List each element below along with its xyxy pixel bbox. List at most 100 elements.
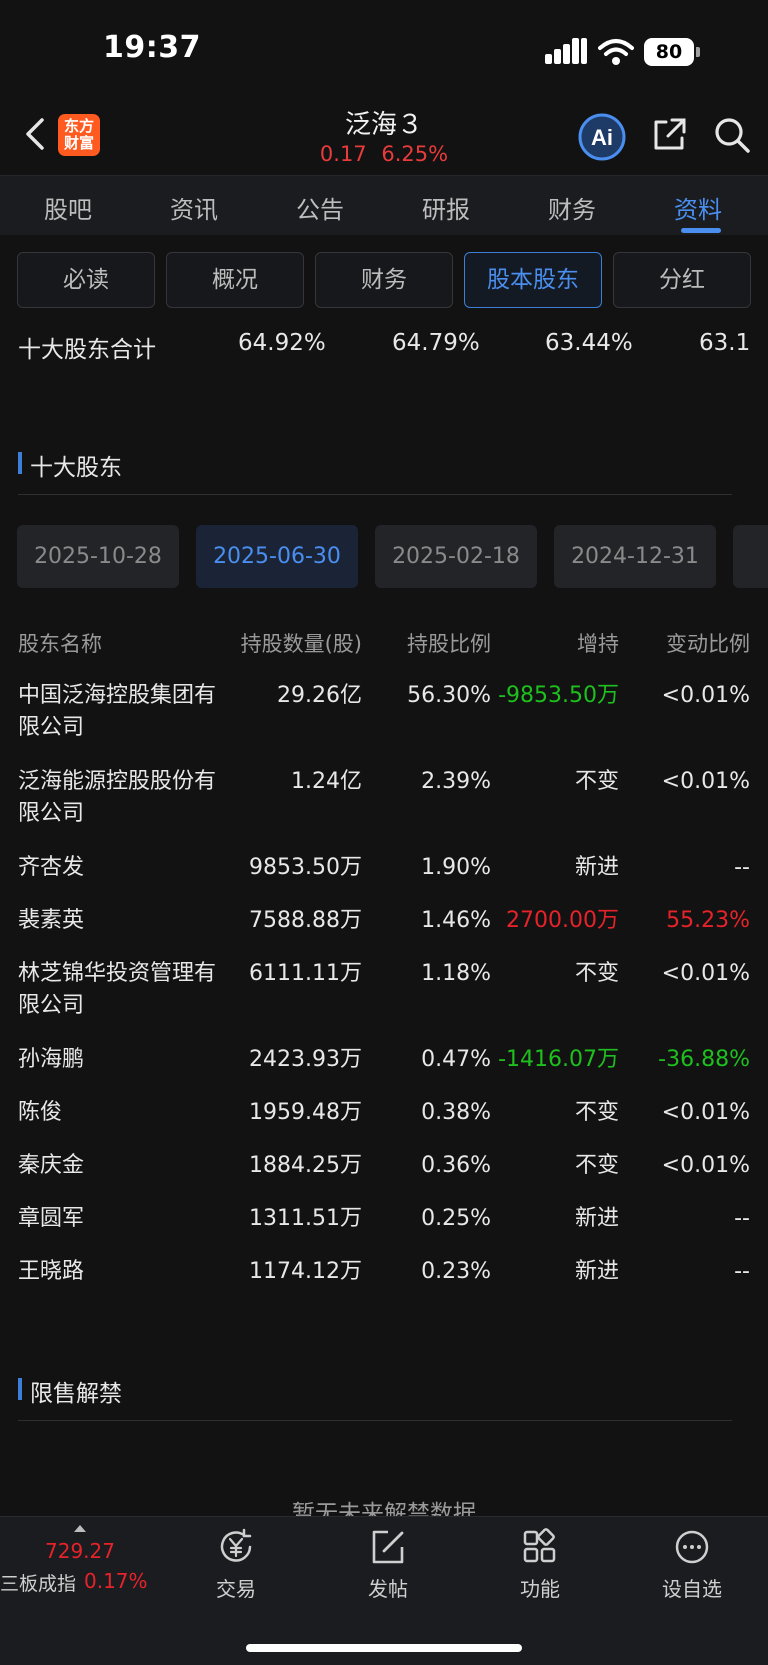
share-count: 2423.93万	[249, 1047, 362, 1072]
share-count: 6111.11万	[249, 961, 362, 986]
tab-news[interactable]: 资讯	[149, 190, 239, 225]
bottom-bar: 729.27 三板成指 0.17% 交易 发帖 功能 设自选	[0, 1516, 768, 1665]
share-count: 1.24亿	[291, 769, 362, 794]
grid-icon	[523, 1528, 556, 1563]
shareholder-name: 齐杏发	[18, 855, 85, 880]
shareholder-name: 中国泛海控股集团有限公司	[18, 683, 217, 740]
shareholder-name: 裴素英	[18, 908, 85, 933]
table-row[interactable]: 林芝锦华投资管理有限公司 6111.11万 1.18% 不变 <0.01%	[0, 958, 768, 1038]
subtab-finance[interactable]: 财务	[315, 252, 453, 308]
date-chip[interactable]: 2024-12-31	[554, 525, 716, 588]
change-ratio: 55.23%	[666, 908, 750, 933]
nav-post[interactable]: 发帖	[338, 1527, 438, 1602]
yen-cycle-icon	[220, 1528, 252, 1562]
ai-assistant-icon[interactable]: Ai	[577, 112, 627, 162]
shareholder-name: 秦庆金	[18, 1153, 85, 1178]
table-header: 股东名称 持股数量(股) 持股比例 增持 变动比例	[0, 628, 768, 664]
tab-finance[interactable]: 财务	[527, 190, 617, 225]
share-ratio: 1.90%	[421, 855, 491, 880]
cellular-signal-icon	[545, 38, 587, 64]
table-row[interactable]: 孙海鹏 2423.93万 0.47% -1416.07万 -36.88%	[0, 1044, 768, 1094]
date-chip[interactable]: 2025-10-28	[17, 525, 179, 588]
shareholder-name: 林芝锦华投资管理有限公司	[18, 961, 217, 1018]
main-tabs: 股吧 资讯 公告 研报 财务 资料	[0, 175, 768, 235]
divider	[18, 494, 732, 495]
share-ratio: 2.39%	[421, 769, 491, 794]
summary-value: 63.1	[699, 330, 751, 356]
nav-functions[interactable]: 功能	[490, 1527, 590, 1602]
change-ratio: <0.01%	[661, 1100, 750, 1125]
search-icon[interactable]	[713, 116, 751, 154]
change-ratio: --	[734, 1206, 750, 1231]
change-ratio: -36.88%	[658, 1047, 750, 1072]
divider	[18, 1420, 732, 1421]
share-count: 29.26亿	[277, 683, 362, 708]
holding-change: 不变	[574, 769, 619, 794]
summary-value: 63.44%	[545, 330, 633, 356]
battery-level: 80	[644, 38, 694, 66]
share-count: 1959.48万	[249, 1100, 362, 1125]
change-ratio: --	[734, 855, 750, 880]
summary-value: 64.79%	[392, 330, 480, 356]
table-row[interactable]: 中国泛海控股集团有限公司 29.26亿 56.30% -9853.50万 <0.01%	[0, 680, 768, 760]
tab-research[interactable]: 研报	[401, 190, 491, 225]
summary-value: 64.92%	[238, 330, 326, 356]
active-tab-indicator	[681, 228, 721, 233]
subtab-overview[interactable]: 概况	[166, 252, 304, 308]
holding-change: 2700.00万	[506, 908, 619, 933]
index-ticker[interactable]: 729.27 三板成指 0.17%	[0, 1517, 150, 1607]
change-value: 0.17	[319, 142, 367, 166]
share-ratio: 0.25%	[421, 1206, 491, 1231]
date-chip-partial[interactable]	[733, 525, 768, 588]
date-chip-active[interactable]: 2025-06-30	[196, 525, 358, 588]
holding-change: -1416.07万	[498, 1047, 619, 1072]
table-row[interactable]: 陈俊 1959.48万 0.38% 不变 <0.01%	[0, 1097, 768, 1147]
nav-add-watchlist[interactable]: 设自选	[642, 1527, 742, 1602]
battery-icon: 80	[644, 38, 700, 66]
table-row[interactable]: 秦庆金 1884.25万 0.36% 不变 <0.01%	[0, 1150, 768, 1200]
subtab-must-read[interactable]: 必读	[17, 252, 155, 308]
summary-label: 十大股东合计	[18, 337, 156, 363]
table-row[interactable]: 齐杏发 9853.50万 1.90% 新进 --	[0, 852, 768, 902]
section-title-top10: 十大股东	[18, 448, 122, 482]
caret-up-icon	[74, 1525, 86, 1532]
holding-change: 不变	[574, 1100, 619, 1125]
subtab-shareholders[interactable]: 股本股东	[464, 252, 602, 308]
share-count: 1311.51万	[249, 1206, 362, 1231]
share-ratio: 0.36%	[421, 1153, 491, 1178]
share-icon[interactable]	[652, 116, 688, 152]
share-ratio: 1.18%	[421, 961, 491, 986]
table-row[interactable]: 王晓路 1174.12万 0.23% 新进 --	[0, 1256, 768, 1306]
table-row[interactable]: 章圆军 1311.51万 0.25% 新进 --	[0, 1203, 768, 1253]
holding-change: 新进	[574, 855, 619, 880]
table-row[interactable]: 裴素英 7588.88万 1.46% 2700.00万 55.23%	[0, 905, 768, 955]
sub-tabs: 必读 概况 财务 股本股东 分红	[0, 252, 768, 310]
share-ratio: 56.30%	[407, 683, 491, 708]
subtab-dividends[interactable]: 分红	[613, 252, 751, 308]
change-ratio: <0.01%	[661, 961, 750, 986]
tab-profile[interactable]: 资料	[653, 190, 743, 225]
col-change-pct: 变动比例	[666, 632, 750, 656]
tab-guba[interactable]: 股吧	[23, 190, 113, 225]
share-count: 1884.25万	[249, 1153, 362, 1178]
index-label: 三板成指	[0, 1573, 77, 1595]
nav-trade[interactable]: 交易	[186, 1527, 286, 1602]
shareholder-name: 孙海鹏	[18, 1047, 85, 1072]
tab-announcements[interactable]: 公告	[275, 190, 365, 225]
col-change: 增持	[577, 632, 619, 656]
shareholder-name: 泛海能源控股股份有限公司	[18, 769, 217, 826]
date-chip[interactable]: 2025-02-18	[375, 525, 537, 588]
col-ratio: 持股比例	[407, 632, 491, 656]
section-title-restricted: 限售解禁	[18, 1374, 122, 1408]
share-ratio: 0.47%	[421, 1047, 491, 1072]
shareholder-name: 王晓路	[18, 1259, 85, 1284]
shareholder-name: 陈俊	[18, 1100, 63, 1125]
change-ratio: <0.01%	[661, 683, 750, 708]
home-indicator[interactable]	[246, 1644, 522, 1652]
change-ratio: --	[734, 1259, 750, 1284]
share-ratio: 1.46%	[421, 908, 491, 933]
top10-total-row: 十大股东合计 64.92% 64.79% 63.44% 63.1	[0, 330, 768, 370]
more-circle-icon	[675, 1530, 709, 1564]
shareholder-name: 章圆军	[18, 1206, 85, 1231]
table-row[interactable]: 泛海能源控股股份有限公司 1.24亿 2.39% 不变 <0.01%	[0, 766, 768, 846]
